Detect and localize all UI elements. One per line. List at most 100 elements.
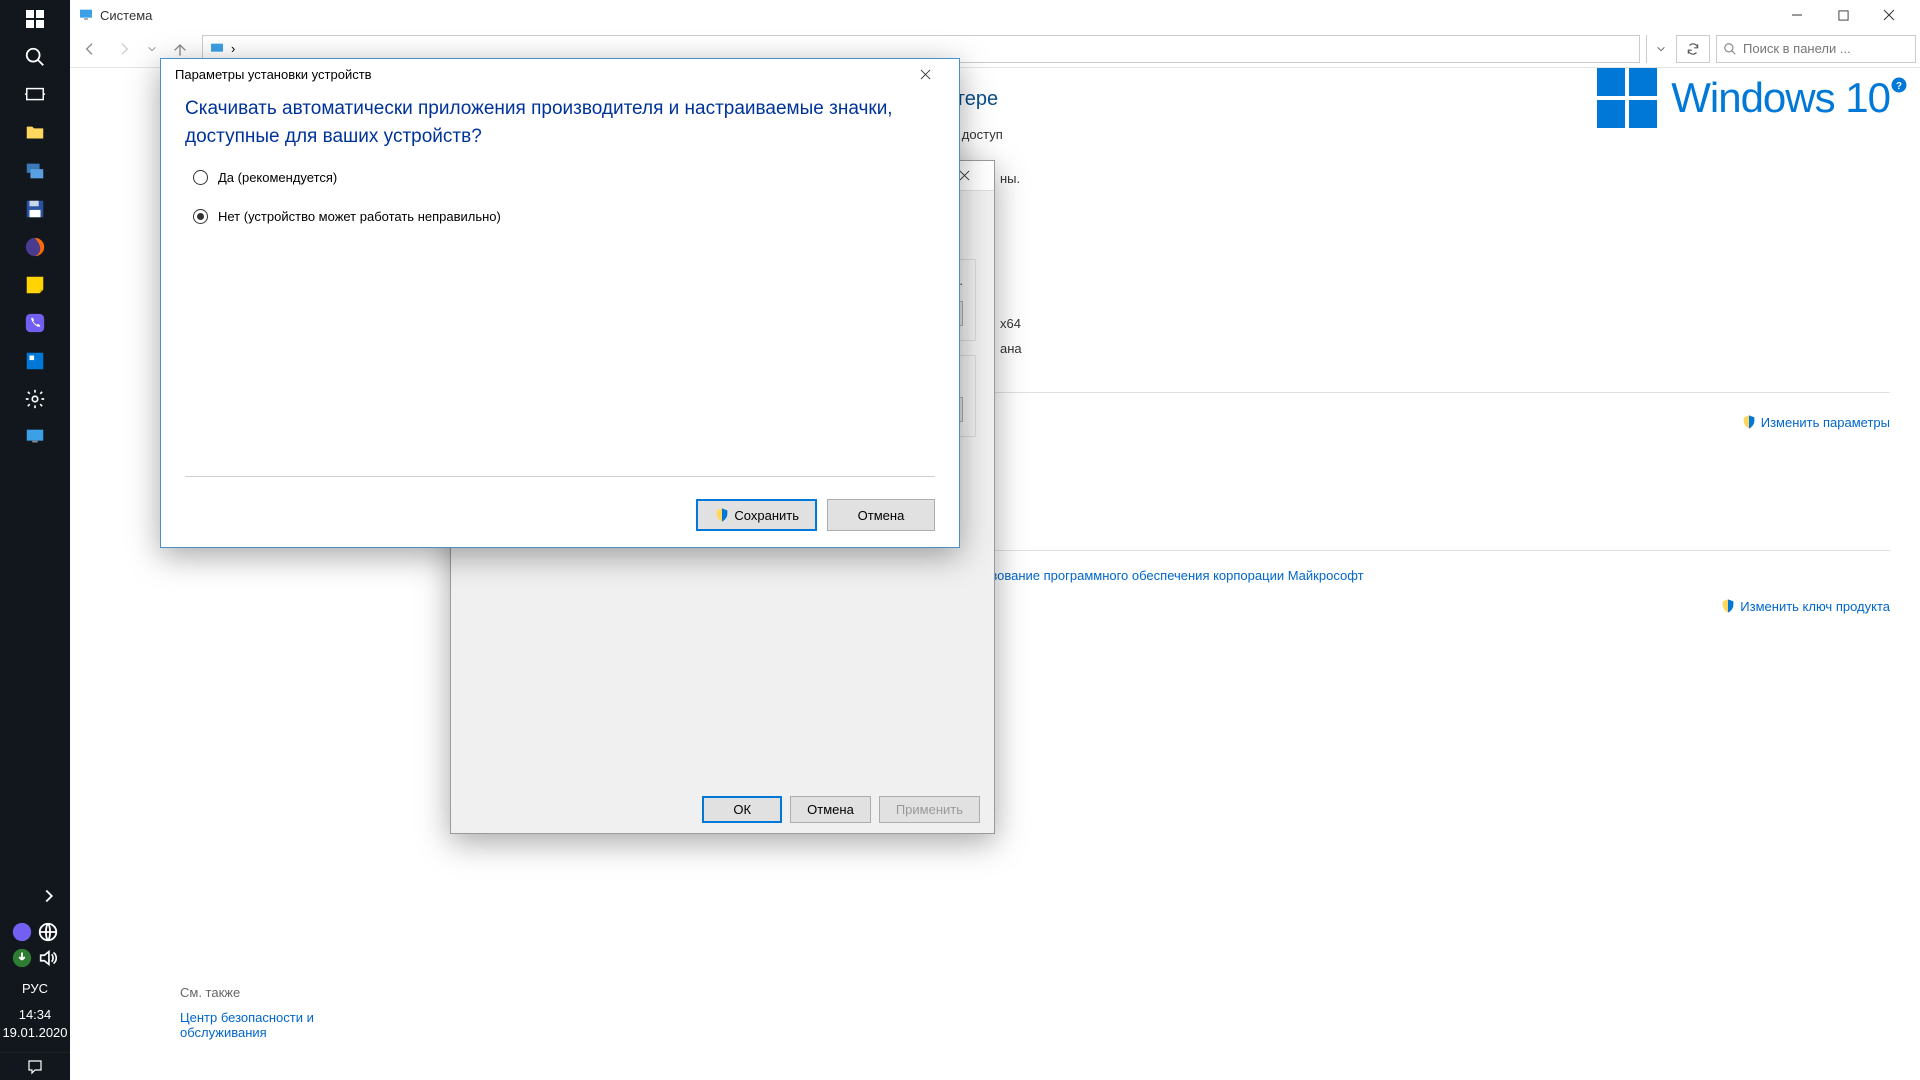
system-tray <box>5 915 65 975</box>
device-install-dialog: Параметры установки устройств Скачивать … <box>160 58 960 548</box>
tray-network-icon[interactable] <box>37 921 59 943</box>
folder-icon <box>24 122 46 144</box>
action-center-button[interactable] <box>0 1052 70 1080</box>
computer-icon <box>209 41 225 57</box>
tray-viber-icon[interactable] <box>11 921 33 943</box>
tray-expand-button[interactable] <box>0 879 70 913</box>
windows-logo-icon <box>1597 68 1657 128</box>
close-icon <box>959 170 970 181</box>
search-icon <box>24 46 46 68</box>
window-close-button[interactable] <box>1866 0 1912 30</box>
nav-forward-button[interactable] <box>108 34 140 64</box>
license-link[interactable]: ользование программного обеспечения корп… <box>970 568 1364 583</box>
dialog-button-row: ОК Отмена Применить <box>451 786 994 833</box>
ok-button[interactable]: ОК <box>702 796 782 823</box>
status-text: ны. <box>1000 171 1890 186</box>
see-also-section: См. также Центр безопасности и обслужива… <box>180 985 340 1040</box>
taskbar-app-generic2[interactable] <box>18 420 52 454</box>
apply-button[interactable]: Применить <box>879 796 980 823</box>
dialog-close-button[interactable] <box>905 59 945 89</box>
taskbar-app-save[interactable] <box>18 192 52 226</box>
refresh-icon <box>1686 42 1700 56</box>
change-settings-link[interactable]: Изменить параметры <box>1741 414 1890 430</box>
arrow-right-icon <box>116 41 132 57</box>
radio-label: Да (рекомендуется) <box>218 170 337 185</box>
chevron-down-icon <box>147 44 157 54</box>
close-icon <box>1883 9 1895 21</box>
taskbar-app-generic1[interactable] <box>18 344 52 378</box>
clock-time: 14:34 <box>0 1006 70 1024</box>
dialog-heading: Скачивать автоматически приложения произ… <box>161 89 959 170</box>
viber-icon <box>24 312 46 334</box>
arrow-up-icon <box>172 41 188 57</box>
clock-date: 19.01.2020 <box>0 1024 70 1042</box>
address-dropdown-button[interactable] <box>1646 35 1674 63</box>
taskbar-app-firefox[interactable] <box>18 230 52 264</box>
taskbar-app-viber[interactable] <box>18 306 52 340</box>
search-icon <box>1723 42 1737 56</box>
window-maximize-button[interactable] <box>1820 0 1866 30</box>
save-button[interactable]: Сохранить <box>696 499 817 531</box>
tray-torrent-icon[interactable] <box>11 947 33 969</box>
shield-icon <box>1741 414 1757 430</box>
button-label: Сохранить <box>734 508 799 523</box>
breadcrumb-separator: › <box>231 41 235 56</box>
change-key-link[interactable]: Изменить ключ продукта <box>1720 598 1890 614</box>
language-indicator[interactable]: РУС <box>0 975 70 1002</box>
dialog-titlebar: Параметры установки устройств <box>161 59 959 89</box>
security-center-link[interactable]: Центр безопасности и обслуживания <box>180 1010 340 1040</box>
firefox-icon <box>24 236 46 258</box>
tray-volume-icon[interactable] <box>37 947 59 969</box>
monitor-icon <box>24 426 46 448</box>
os-branding: Windows 10 <box>1597 68 1890 128</box>
task-view-button[interactable] <box>18 78 52 112</box>
radio-no[interactable]: Нет (устройство может работать неправиль… <box>193 209 927 224</box>
nav-back-button[interactable] <box>74 34 106 64</box>
windows-logo-icon <box>26 10 44 28</box>
arrow-left-icon <box>82 41 98 57</box>
radio-yes[interactable]: Да (рекомендуется) <box>193 170 927 185</box>
window-minimize-button[interactable] <box>1774 0 1820 30</box>
taskbar-app-settings[interactable] <box>18 382 52 416</box>
shield-icon <box>1720 598 1736 614</box>
task-view-icon <box>24 84 46 106</box>
link-text: Изменить ключ продукта <box>1740 599 1890 614</box>
search-box[interactable]: Поиск в панели ... <box>1716 35 1916 63</box>
start-button[interactable] <box>18 2 52 36</box>
link-text: Изменить параметры <box>1761 415 1890 430</box>
window-titlebar: Система <box>70 0 1920 30</box>
sticky-note-icon <box>24 274 46 296</box>
divider <box>185 476 935 477</box>
taskbar-app-sticky[interactable] <box>18 268 52 302</box>
maximize-icon <box>1838 10 1849 21</box>
minimize-icon <box>1791 9 1803 21</box>
dialog-title: Параметры установки устройств <box>175 67 905 82</box>
os-brand-text: Windows 10 <box>1671 74 1890 122</box>
radio-icon <box>193 209 208 224</box>
taskbar-app-network[interactable] <box>18 154 52 188</box>
arch-text: x64 <box>1000 316 1890 331</box>
see-also-title: См. также <box>180 985 340 1000</box>
taskbar: РУС 14:34 19.01.2020 <box>0 0 70 1080</box>
taskbar-app-explorer[interactable] <box>18 116 52 150</box>
network-icon <box>24 160 46 182</box>
search-placeholder: Поиск в панели ... <box>1743 41 1851 56</box>
floppy-icon <box>24 198 46 220</box>
search-button[interactable] <box>18 40 52 74</box>
chevron-down-icon <box>1656 44 1666 54</box>
radio-label: Нет (устройство может работать неправиль… <box>218 209 501 224</box>
remote-line2: вание <box>920 142 1890 157</box>
window-title: Система <box>100 8 1774 23</box>
taskbar-clock[interactable]: 14:34 19.01.2020 <box>0 1002 70 1052</box>
chevron-right-icon <box>38 885 60 907</box>
shield-icon <box>714 507 730 523</box>
remote-line1: енный доступ <box>920 127 1890 142</box>
refresh-button[interactable] <box>1676 35 1710 63</box>
cancel-button[interactable]: Отмена <box>790 796 871 823</box>
notification-icon <box>26 1058 44 1076</box>
radio-icon <box>193 170 208 185</box>
cancel-button[interactable]: Отмена <box>827 499 935 531</box>
app-icon <box>24 350 46 372</box>
gear-icon <box>24 388 46 410</box>
nav-history-button[interactable] <box>142 34 162 64</box>
